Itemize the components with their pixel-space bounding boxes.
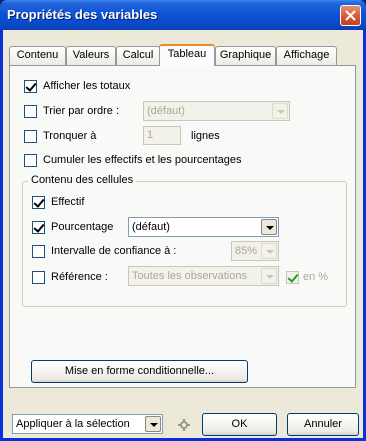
chevron-down-icon (261, 243, 277, 259)
tronquer-label: Tronquer à (43, 130, 97, 142)
tab-calcul[interactable]: Calcul (116, 46, 160, 65)
intervalle-option[interactable]: Intervalle de confiance à : (32, 243, 176, 259)
intervalle-label: Intervalle de confiance à : (51, 245, 177, 257)
intervalle-select[interactable]: 85% (231, 241, 279, 261)
tab-contenu[interactable]: Contenu (9, 46, 66, 65)
reference-select[interactable]: Toutes les observations (128, 266, 279, 286)
effectif-label: Effectif (51, 196, 85, 208)
effectif-checkbox[interactable] (32, 195, 45, 209)
title-bar[interactable]: Propriétés des variables (0, 0, 366, 30)
reference-pct-option[interactable]: en % (286, 269, 328, 285)
settings-icon[interactable] (178, 419, 190, 431)
cumuler-option[interactable]: Cumuler les effectifs et les pourcentage… (24, 152, 242, 168)
tronquer-input[interactable]: 1 (143, 126, 181, 145)
afficher-totaux-option[interactable]: Afficher les totaux (24, 78, 130, 94)
apply-select-value: Appliquer à la sélection (16, 418, 130, 430)
dialog-window: Propriétés des variables Contenu Valeurs… (0, 0, 366, 441)
tab-affichage[interactable]: Affichage (276, 46, 337, 65)
reference-pct-label: en % (303, 271, 329, 283)
reference-pct-checkbox[interactable] (286, 270, 299, 284)
window-title: Propriétés des variables (7, 7, 158, 22)
tab-tableau[interactable]: Tableau (159, 44, 215, 66)
dialog-client: Contenu Valeurs Calcul Tableau Graphique… (3, 30, 363, 438)
tab-graphique[interactable]: Graphique (215, 46, 276, 65)
reference-option[interactable]: Référence : (32, 269, 108, 285)
trier-option[interactable]: Trier par ordre : (24, 103, 119, 119)
close-button[interactable] (340, 5, 361, 26)
reference-checkbox[interactable] (32, 270, 45, 284)
afficher-totaux-checkbox[interactable] (24, 79, 37, 93)
close-icon (345, 10, 356, 21)
pourcentage-select[interactable]: (défaut) (128, 217, 279, 237)
trier-checkbox[interactable] (24, 104, 37, 118)
afficher-totaux-label: Afficher les totaux (43, 80, 131, 92)
intervalle-select-value: 85% (235, 245, 258, 257)
chevron-down-icon (261, 219, 277, 235)
trier-select[interactable]: (défaut) (143, 101, 290, 121)
reference-label: Référence : (51, 271, 108, 283)
pourcentage-label: Pourcentage (51, 221, 114, 233)
intervalle-checkbox[interactable] (32, 244, 45, 258)
tab-valeurs[interactable]: Valeurs (66, 46, 116, 65)
chevron-down-icon (261, 268, 277, 284)
tronquer-suffix: lignes (191, 130, 220, 142)
pourcentage-option[interactable]: Pourcentage (32, 219, 113, 235)
chevron-down-icon (145, 416, 161, 432)
cancel-button[interactable]: Annuler (287, 413, 359, 436)
chevron-down-icon (272, 103, 288, 119)
tronquer-option[interactable]: Tronquer à (24, 128, 96, 144)
trier-select-value: (défaut) (147, 105, 185, 117)
cumuler-checkbox[interactable] (24, 153, 37, 167)
conditional-format-button[interactable]: Mise en forme conditionnelle... (31, 360, 248, 383)
effectif-option[interactable]: Effectif (32, 194, 84, 210)
pourcentage-select-value: (défaut) (132, 221, 170, 233)
cumuler-label: Cumuler les effectifs et les pourcentage… (43, 154, 242, 166)
tronquer-checkbox[interactable] (24, 129, 37, 143)
pourcentage-checkbox[interactable] (32, 220, 45, 234)
cell-content-group-title: Contenu des cellules (28, 174, 137, 186)
reference-select-value: Toutes les observations (132, 270, 247, 282)
apply-select[interactable]: Appliquer à la sélection (12, 414, 163, 434)
tab-panel-tableau: Afficher les totaux Trier par ordre : (d… (9, 65, 356, 388)
trier-label: Trier par ordre : (43, 105, 120, 117)
ok-button[interactable]: OK (202, 413, 277, 436)
